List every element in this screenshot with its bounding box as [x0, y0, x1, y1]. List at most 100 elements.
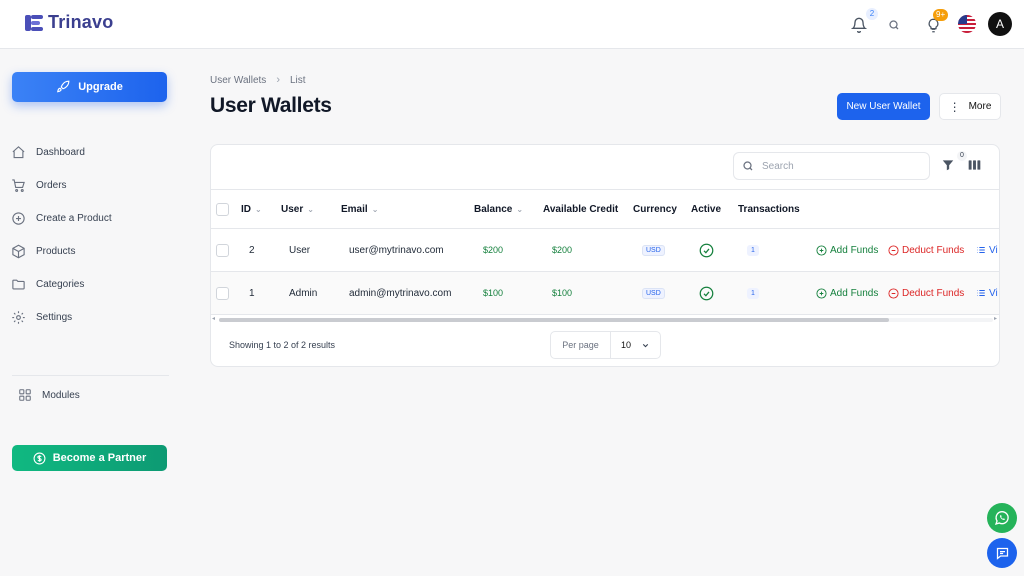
- currency-badge: USD: [642, 287, 665, 299]
- sidebar-item-label: Settings: [36, 312, 73, 323]
- cell-balance: $200: [483, 245, 504, 255]
- box-icon: [10, 244, 26, 260]
- notifications-badge: 2: [866, 8, 878, 20]
- home-icon: [10, 145, 26, 161]
- search-button[interactable]: [882, 13, 906, 37]
- add-funds-button[interactable]: Add Funds: [816, 272, 878, 314]
- cart-icon: [10, 178, 26, 194]
- whatsapp-button[interactable]: [987, 503, 1017, 533]
- avatar[interactable]: A: [988, 12, 1012, 36]
- more-vertical-icon: ⋮: [948, 99, 961, 114]
- breadcrumb-parent[interactable]: User Wallets: [210, 75, 266, 86]
- horizontal-scrollbar[interactable]: ◂ ▸: [211, 315, 999, 323]
- become-partner-button[interactable]: Become a Partner: [12, 445, 167, 471]
- filter-button[interactable]: [941, 158, 957, 174]
- cell-email: admin@mytrinavo.com: [349, 287, 452, 299]
- list-icon: [977, 246, 985, 254]
- columns-toggle-button[interactable]: [967, 158, 983, 174]
- chevron-right-icon: ›: [276, 74, 280, 86]
- column-header-email[interactable]: Email ⌄: [341, 190, 378, 228]
- plus-circle-icon: [816, 244, 827, 256]
- transactions-count-badge[interactable]: 1: [747, 244, 759, 256]
- column-header-currency: Currency: [633, 203, 677, 215]
- chat-support-button[interactable]: [987, 538, 1017, 568]
- scrollbar-thumb[interactable]: [219, 318, 889, 322]
- us-flag-icon[interactable]: [958, 15, 976, 33]
- list-icon: [977, 289, 985, 297]
- column-header-balance[interactable]: Balance ⌄: [474, 190, 523, 228]
- search-input[interactable]: [762, 160, 912, 172]
- search-icon: [743, 161, 753, 171]
- plus-circle-icon: [816, 287, 827, 299]
- chevron-down-icon: [642, 343, 649, 347]
- modules-label: Modules: [42, 389, 80, 401]
- folder-icon: [10, 277, 26, 293]
- new-user-wallet-button[interactable]: New User Wallet: [837, 93, 930, 120]
- check-circle-icon: [699, 286, 714, 300]
- deduct-funds-button[interactable]: Deduct Funds: [888, 229, 964, 271]
- add-funds-button[interactable]: Add Funds: [816, 229, 878, 271]
- columns-icon: [968, 160, 981, 170]
- upgrade-button[interactable]: Upgrade: [12, 72, 167, 102]
- filter-icon: [942, 160, 954, 171]
- column-header-id[interactable]: ID ⌄: [241, 190, 262, 228]
- chevron-down-icon: ⌄: [307, 204, 314, 214]
- logo-icon: [25, 14, 43, 31]
- row-checkbox[interactable]: [216, 286, 229, 300]
- search-box[interactable]: [733, 152, 930, 180]
- brand-logo[interactable]: Trinavo: [24, 12, 113, 33]
- chevron-down-icon: ⌄: [255, 204, 262, 214]
- minus-circle-icon: [888, 287, 899, 299]
- grid-icon: [19, 389, 31, 401]
- table-header: ID ⌄ User ⌄ Email ⌄ Balance ⌄ Available Cred…: [211, 189, 999, 229]
- sidebar-divider: [12, 375, 169, 376]
- cell-user: User: [289, 244, 311, 256]
- sidebar-item-label: Orders: [36, 180, 67, 191]
- minus-circle-icon: [888, 244, 899, 256]
- filter-count-badge: 0: [957, 151, 967, 161]
- column-header-transactions: Transactions: [738, 203, 800, 215]
- table-row: 2 User user@mytrinavo.com $200 $200 USD …: [211, 229, 999, 272]
- sidebar-item-create-product[interactable]: Create a Product: [10, 202, 170, 235]
- column-header-available-credit: Available Credit: [543, 203, 619, 215]
- transactions-count-badge[interactable]: 1: [747, 287, 759, 299]
- column-header-user[interactable]: User ⌄: [281, 190, 314, 228]
- sidebar-item-modules[interactable]: Modules: [18, 388, 80, 402]
- top-bar: Trinavo 2 9+ A: [0, 0, 1024, 49]
- partner-label: Become a Partner: [52, 452, 147, 464]
- sidebar-item-products[interactable]: Products: [10, 235, 170, 268]
- upgrade-label: Upgrade: [78, 81, 123, 93]
- sidebar-item-orders[interactable]: Orders: [10, 169, 170, 202]
- sidebar-item-categories[interactable]: Categories: [10, 268, 170, 301]
- breadcrumb-current: List: [289, 74, 306, 86]
- scroll-left-arrow-icon[interactable]: ◂: [212, 315, 215, 322]
- cell-user: Admin: [289, 287, 318, 299]
- brand-name: Trinavo: [48, 12, 114, 32]
- cell-available-credit: $200: [552, 245, 573, 255]
- page-title: User Wallets: [210, 94, 332, 117]
- tips-badge: 9+: [933, 9, 949, 21]
- view-button[interactable]: Vi: [976, 272, 998, 314]
- sidebar-item-label: Products: [36, 246, 76, 257]
- view-button[interactable]: Vi: [976, 229, 998, 271]
- table-row: 1 Admin admin@mytrinavo.com $100 $100 US…: [211, 272, 999, 315]
- row-checkbox[interactable]: [216, 243, 229, 257]
- deduct-funds-button[interactable]: Deduct Funds: [888, 272, 964, 314]
- per-page-select[interactable]: Per page 10: [550, 331, 661, 359]
- cell-email: user@mytrinavo.com: [349, 244, 444, 256]
- select-all-checkbox[interactable]: [216, 202, 229, 216]
- more-button[interactable]: ⋮ More: [939, 93, 1001, 120]
- cell-available-credit: $100: [552, 288, 573, 298]
- currency-badge: USD: [642, 244, 665, 256]
- sidebar-item-settings[interactable]: Settings: [10, 301, 170, 334]
- chat-icon: [996, 547, 1008, 560]
- bell-icon: [851, 17, 867, 33]
- sidebar-item-dashboard[interactable]: Dashboard: [10, 136, 170, 169]
- wallets-table-card: 0 ID⌄ User⌄ Email⌄ Balance⌄ Available Cr…: [210, 144, 1000, 367]
- search-icon: [889, 20, 899, 30]
- cell-id: 1: [249, 287, 255, 299]
- check-circle-icon: [699, 243, 714, 257]
- scroll-right-arrow-icon[interactable]: ▸: [994, 315, 997, 322]
- gear-icon: [10, 310, 26, 326]
- sidebar-item-label: Dashboard: [36, 147, 85, 158]
